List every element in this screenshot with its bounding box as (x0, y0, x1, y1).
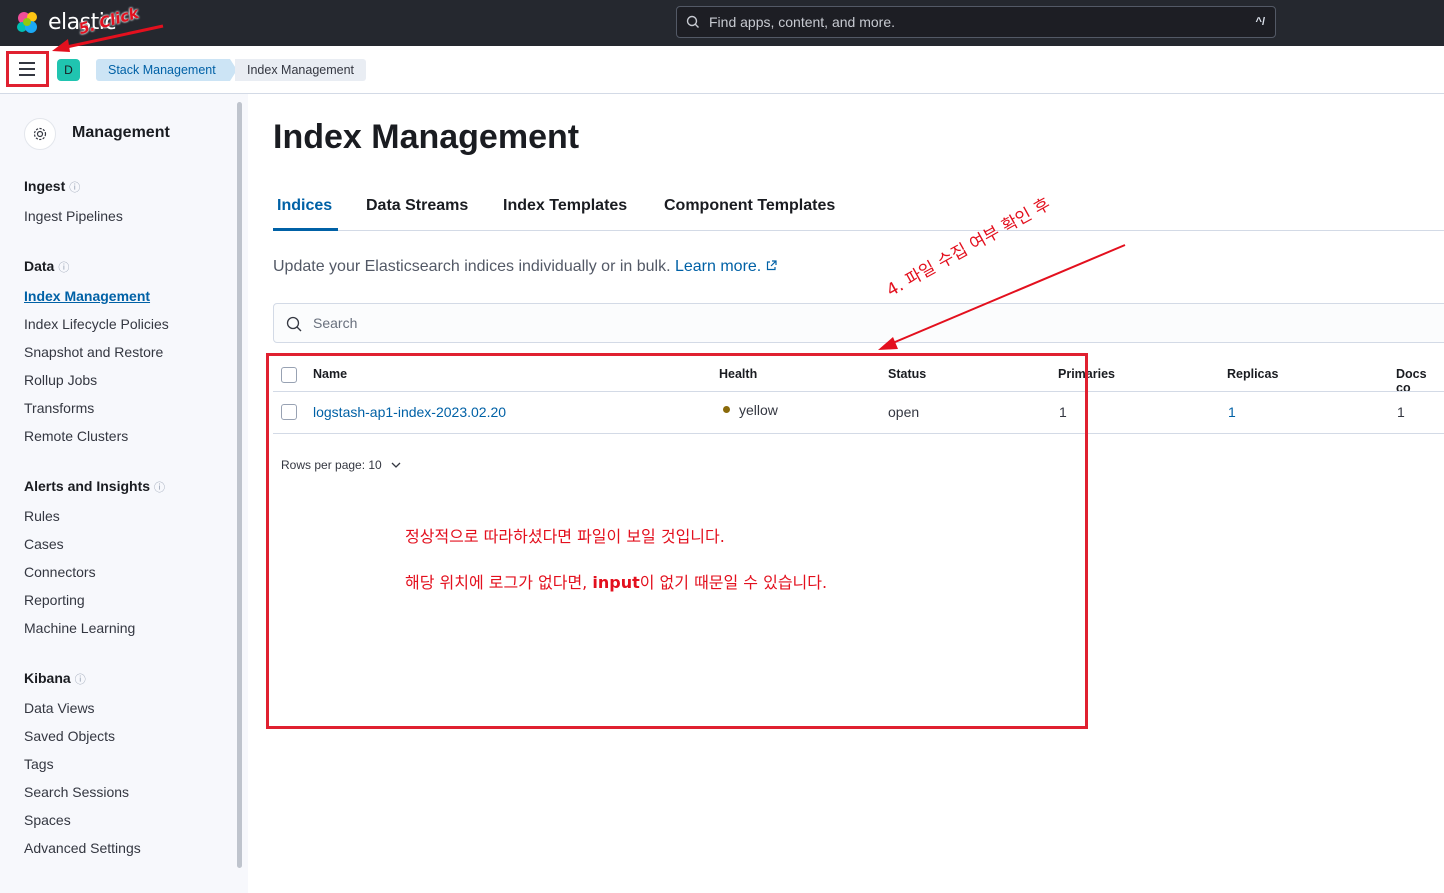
docs-count-value: 1 (1397, 404, 1405, 420)
breadcrumb-index-management: Index Management (235, 59, 367, 81)
space-avatar[interactable]: D (57, 59, 80, 81)
active-tab-indicator (273, 228, 338, 231)
sidebar-item-reporting[interactable]: Reporting (24, 592, 85, 608)
external-link-icon (766, 258, 777, 275)
sidebar-item-rules[interactable]: Rules (24, 508, 60, 524)
tab-data-streams[interactable]: Data Streams (366, 197, 468, 215)
elastic-logo-icon[interactable] (14, 9, 42, 37)
sidebar-item-index-lifecycle-policies[interactable]: Index Lifecycle Policies (24, 316, 169, 332)
keyboard-shortcut-badge: ^/ (1255, 16, 1265, 28)
gear-icon (24, 118, 56, 150)
page-title: Index Management (273, 118, 580, 156)
sidebar-title: Management (72, 124, 170, 141)
sidebar-group-data: Data ⓘ (24, 258, 70, 274)
sidebar-scrollbar[interactable] (237, 102, 242, 868)
search-icon (685, 14, 701, 35)
sidebar-item-cases[interactable]: Cases (24, 536, 64, 552)
tab-component-templates[interactable]: Component Templates (664, 197, 835, 215)
sidebar-item-spaces[interactable]: Spaces (24, 812, 71, 828)
sidebar-group-kibana: Kibana ⓘ (24, 670, 86, 686)
sidebar-item-transforms[interactable]: Transforms (24, 400, 94, 416)
sidebar-item-advanced-settings[interactable]: Advanced Settings (24, 840, 141, 856)
breadcrumb-stack-management[interactable]: Stack Management (96, 59, 237, 81)
sidebar: Management Ingest ⓘ Ingest Pipelines Data… (0, 94, 248, 893)
help-icon: ⓘ (58, 262, 70, 274)
sidebar-item-search-sessions[interactable]: Search Sessions (24, 784, 129, 800)
global-search-input[interactable]: Find apps, content, and more. ^/ (676, 6, 1276, 38)
help-icon: ⓘ (74, 674, 86, 686)
sidebar-group-alerts-insights: Alerts and Insights ⓘ (24, 478, 166, 494)
tab-index-templates[interactable]: Index Templates (503, 197, 627, 215)
search-placeholder: Search (313, 315, 358, 331)
sidebar-item-saved-objects[interactable]: Saved Objects (24, 728, 115, 744)
sidebar-item-snapshot-and-restore[interactable]: Snapshot and Restore (24, 344, 163, 360)
annotation-note-line1: 정상적으로 따라하셨다면 파일이 보일 것입니다. (405, 527, 725, 546)
column-header-replicas[interactable]: Replicas (1227, 367, 1278, 381)
sidebar-item-ingest-pipelines[interactable]: Ingest Pipelines (24, 208, 123, 224)
sidebar-group-ingest: Ingest ⓘ (24, 178, 81, 194)
help-icon: ⓘ (154, 482, 166, 494)
top-header: elastic Find apps, content, and more. ^/ (0, 0, 1444, 46)
sidebar-item-rollup-jobs[interactable]: Rollup Jobs (24, 372, 97, 388)
sidebar-item-remote-clusters[interactable]: Remote Clusters (24, 428, 128, 444)
breadcrumb-bar: D Stack Management Index Management (0, 46, 1444, 94)
page-description: Update your Elasticsearch indices indivi… (273, 258, 777, 276)
global-search-placeholder: Find apps, content, and more. (709, 14, 895, 30)
tab-bar: Indices Data Streams Index Templates Com… (273, 186, 1444, 231)
sidebar-item-index-management[interactable]: Index Management (24, 288, 150, 304)
search-icon (285, 315, 303, 338)
annotation-highlight-box (6, 51, 49, 87)
sidebar-item-tags[interactable]: Tags (24, 756, 54, 772)
tab-indices[interactable]: Indices (277, 197, 332, 215)
sidebar-item-machine-learning[interactable]: Machine Learning (24, 620, 135, 636)
help-icon: ⓘ (69, 182, 81, 194)
replicas-value: 1 (1228, 404, 1236, 420)
learn-more-link[interactable]: Learn more. (675, 258, 761, 275)
annotation-note-line2: 해당 위치에 로그가 없다면, input이 없기 때문일 수 있습니다. (405, 573, 828, 592)
indices-search-input[interactable]: Search (273, 303, 1444, 343)
sidebar-item-connectors[interactable]: Connectors (24, 564, 96, 580)
sidebar-item-data-views[interactable]: Data Views (24, 700, 95, 716)
